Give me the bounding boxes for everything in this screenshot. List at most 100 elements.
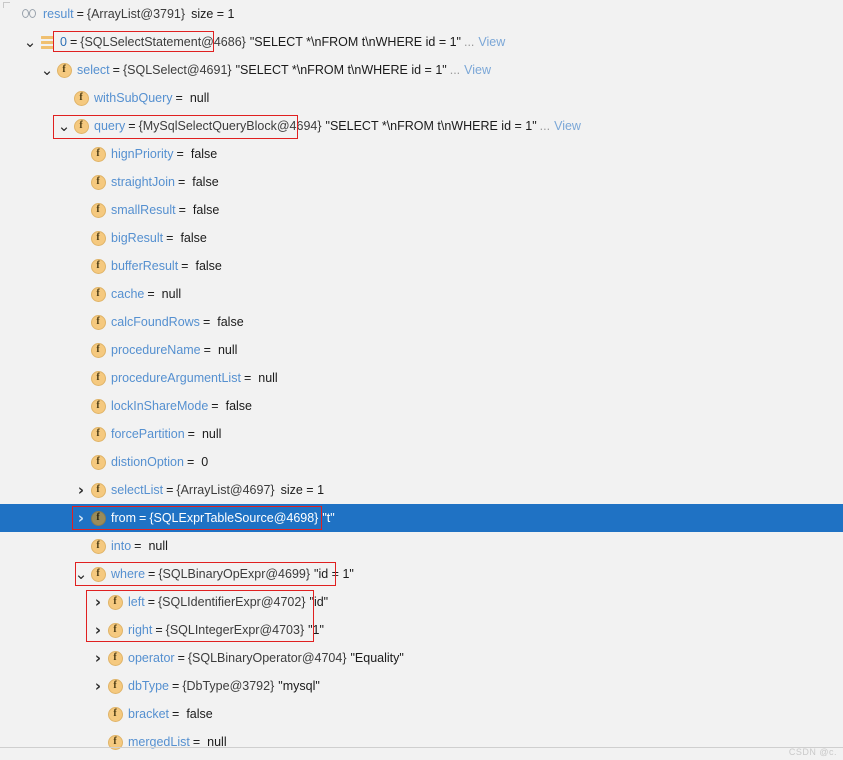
chevron-down-icon[interactable]: ⌄ — [40, 56, 54, 84]
tree-row[interactable]: f hignPriority = false — [0, 140, 843, 168]
row-size: size = 1 — [191, 7, 235, 21]
row-equals: = — [181, 259, 189, 273]
tree-row[interactable]: f into = null — [0, 532, 843, 560]
row-type: {SQLIdentifierExpr@4702} — [158, 595, 306, 609]
row-label: into — [111, 539, 132, 553]
field-icon: f — [105, 728, 125, 756]
chevron-right-icon[interactable]: › — [91, 588, 105, 616]
tree-row[interactable]: f procedureArgumentList = null — [0, 364, 843, 392]
row-equals: = — [166, 231, 174, 245]
row-label: cache — [111, 287, 145, 301]
chevron-right-icon[interactable]: › — [91, 644, 105, 672]
field-icon: f — [88, 280, 108, 308]
row-label: 0 — [60, 35, 67, 49]
tree-row[interactable]: ⌄ 0 = {SQLSelectStatement@4686} "SELECT *\nF… — [0, 28, 843, 56]
row-value: false — [195, 259, 222, 273]
tree-row[interactable]: f mergedList = null — [0, 728, 843, 756]
tree-row[interactable]: f bufferResult = false — [0, 252, 843, 280]
row-label: procedureName — [111, 343, 201, 357]
row-label: operator — [128, 651, 175, 665]
row-value: false — [217, 315, 244, 329]
row-equals: = — [148, 567, 156, 581]
tree-row[interactable]: f calcFoundRows = false — [0, 308, 843, 336]
debugger-variables-tree[interactable]: result = {ArrayList@3791} size = 1 ⌄ 0 = {SQLSe… — [0, 0, 843, 760]
row-label: result — [43, 7, 74, 21]
chevron-right-icon[interactable]: › — [91, 672, 105, 700]
row-value: null — [258, 371, 278, 385]
row-ellipsis: ... — [449, 63, 461, 77]
row-equals: = — [176, 147, 184, 161]
row-equals: = — [128, 119, 136, 133]
field-icon: f — [88, 420, 108, 448]
tree-row[interactable]: › f right = {SQLIntegerExpr@4703} "1" — [0, 616, 843, 644]
row-value: null — [217, 343, 238, 357]
row-label: hignPriority — [111, 147, 174, 161]
row-value: null — [148, 539, 168, 553]
row-equals: = — [203, 343, 211, 357]
tree-row[interactable]: f bigResult = false — [0, 224, 843, 252]
tree-row[interactable]: result = {ArrayList@3791} size = 1 — [0, 0, 843, 28]
tree-row[interactable]: f withSubQuery = null — [0, 84, 843, 112]
row-equals: = — [134, 539, 142, 553]
tree-row[interactable]: › f left = {SQLIdentifierExpr@4702} "id" — [0, 588, 843, 616]
chevron-down-icon[interactable]: ⌄ — [57, 112, 71, 140]
tree-row[interactable]: › f selectList = {ArrayList@4697} size = 1 — [0, 476, 843, 504]
tree-row[interactable]: f cache = null — [0, 280, 843, 308]
chevron-right-icon[interactable]: › — [74, 504, 88, 532]
row-equals: = — [175, 91, 183, 105]
view-link[interactable]: View — [460, 56, 491, 84]
chevron-down-icon[interactable]: ⌄ — [23, 28, 37, 56]
view-link[interactable]: View — [550, 112, 581, 140]
tree-row[interactable]: ⌄ f query = {MySqlSelectQueryBlock@4694} "SEL… — [0, 112, 843, 140]
row-type: {ArrayList@3791} — [86, 7, 186, 21]
row-label: select — [77, 63, 110, 77]
row-value: "1" — [308, 623, 324, 637]
chevron-down-icon[interactable]: ⌄ — [74, 560, 88, 588]
row-label: bracket — [128, 707, 169, 721]
row-equals: = — [69, 35, 78, 49]
tree-row[interactable]: ⌄ f select = {SQLSelect@4691} "SELECT *\nFROM… — [0, 56, 843, 84]
row-value: null — [161, 287, 182, 301]
chevron-right-icon[interactable]: › — [74, 476, 88, 504]
row-value: null — [201, 427, 222, 441]
tree-row[interactable]: f bracket = false — [0, 700, 843, 728]
field-icon: f — [88, 532, 108, 560]
row-label: smallResult — [111, 203, 176, 217]
row-value: false — [192, 175, 219, 189]
field-icon: f — [88, 140, 108, 168]
tree-row[interactable]: › f operator = {SQLBinaryOperator@4704} "Equa… — [0, 644, 843, 672]
tree-row[interactable]: ⌄ f where = {SQLBinaryOpExpr@4699} "id = 1" — [0, 560, 843, 588]
field-icon: f — [88, 476, 108, 504]
row-label: distionOption — [111, 455, 184, 469]
row-label: bufferResult — [111, 259, 179, 273]
list-icon — [37, 28, 57, 56]
row-value: "Equality" — [350, 651, 404, 665]
row-equals: = — [76, 7, 84, 21]
row-value: false — [190, 147, 218, 161]
row-label: from — [111, 511, 136, 525]
tree-row[interactable]: › f dbType = {DbType@3792} "mysql" — [0, 672, 843, 700]
row-ellipsis: ... — [463, 35, 475, 49]
row-value: null — [189, 91, 210, 105]
tree-row[interactable]: › f from = {SQLExprTableSource@4698} "t" — [0, 504, 843, 532]
field-icon: f — [88, 252, 108, 280]
tree-row[interactable]: f lockInShareMode = false — [0, 392, 843, 420]
tree-row[interactable]: f smallResult = false — [0, 196, 843, 224]
row-equals: = — [177, 175, 186, 189]
row-label: calcFoundRows — [111, 315, 200, 329]
row-label: lockInShareMode — [111, 399, 209, 413]
tree-row[interactable]: f procedureName = null — [0, 336, 843, 364]
field-icon: f — [88, 448, 108, 476]
field-icon: f — [88, 504, 108, 532]
field-icon: f — [88, 364, 108, 392]
row-equals: = — [147, 595, 155, 609]
tree-row[interactable]: f forcePartition = null — [0, 420, 843, 448]
chevron-right-icon[interactable]: › — [91, 616, 105, 644]
row-equals: = — [172, 679, 180, 693]
tree-row[interactable]: f straightJoin = false — [0, 168, 843, 196]
field-icon: f — [88, 392, 108, 420]
view-link[interactable]: View — [474, 28, 505, 56]
row-type: {MySqlSelectQueryBlock@4694} — [138, 119, 322, 133]
field-icon: f — [88, 308, 108, 336]
tree-row[interactable]: f distionOption = 0 — [0, 448, 843, 476]
